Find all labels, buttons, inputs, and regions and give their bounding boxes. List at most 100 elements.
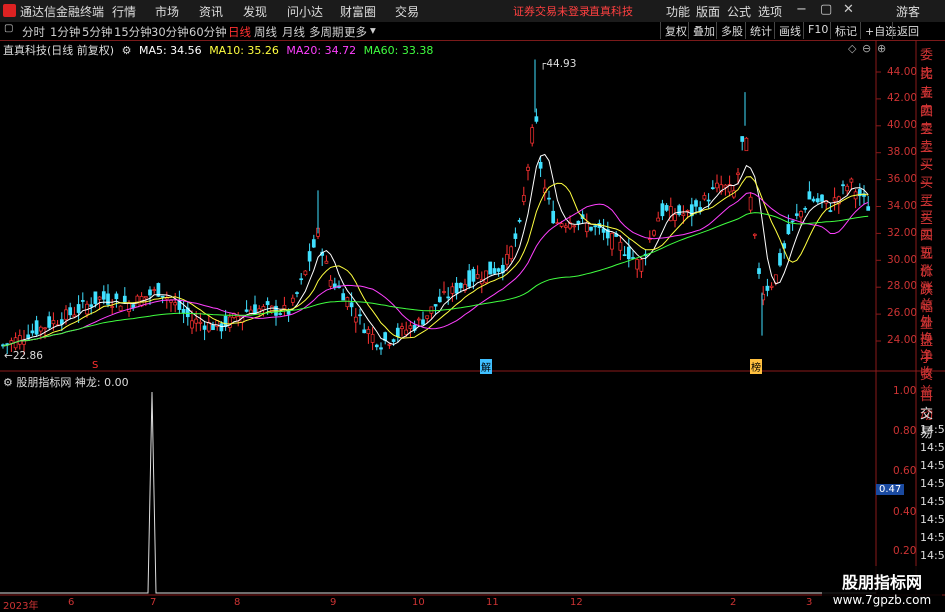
- price-low-label: ←22.86: [4, 350, 43, 362]
- candle-body: [807, 191, 812, 200]
- tool-tongji[interactable]: 统计: [745, 22, 776, 39]
- candle-body: [118, 305, 123, 311]
- candle-body: [408, 325, 413, 329]
- tick-time: 14:56: [920, 513, 945, 526]
- candle-body: [324, 260, 329, 264]
- menu-bar: 通达信金融终端 行情 市场 资讯 发现 问小达 财富圈 交易 证券交易未登录 直…: [0, 0, 945, 23]
- candle-body: [593, 225, 598, 228]
- marker-s[interactable]: S: [92, 360, 98, 371]
- candle-body: [723, 184, 728, 188]
- price-tick: 34.00: [887, 200, 918, 212]
- candle-body: [311, 239, 316, 248]
- candle-body: [362, 329, 367, 334]
- indicator-line: [0, 391, 876, 594]
- tool-f10[interactable]: F10: [803, 22, 832, 39]
- candle-body: [576, 220, 581, 225]
- candle-body: [681, 213, 686, 216]
- price-tick: 44.00: [887, 66, 918, 78]
- candle-body: [387, 343, 392, 346]
- menu-gongshi[interactable]: 公式: [727, 3, 751, 20]
- period-15min[interactable]: 15分钟: [114, 24, 152, 40]
- tick-time: 14:56: [920, 423, 945, 436]
- indicator-settings-icon[interactable]: ⚙: [3, 376, 13, 389]
- candle-body: [38, 326, 43, 332]
- menu-banmian[interactable]: 版面: [696, 3, 720, 20]
- candle-body: [127, 302, 131, 312]
- period-5min[interactable]: 5分钟: [82, 24, 112, 40]
- candle-body: [656, 217, 661, 222]
- menu-hangqing[interactable]: 行情: [112, 3, 136, 20]
- menu-xuanxiang[interactable]: 选项: [758, 3, 782, 20]
- candle-body: [47, 316, 52, 328]
- menu-faxian[interactable]: 发现: [243, 3, 267, 20]
- minimize-icon[interactable]: −: [796, 2, 807, 17]
- candle-body: [744, 137, 749, 152]
- candle-body: [652, 230, 656, 236]
- ma5-line: [2, 153, 869, 347]
- period-multi[interactable]: 多周期: [309, 24, 344, 40]
- candle-body: [765, 285, 770, 291]
- menu-wenxiaoda[interactable]: 问小达: [287, 3, 323, 20]
- period-weekly[interactable]: 周线: [254, 24, 277, 40]
- tool-biaoji[interactable]: 标记: [830, 22, 861, 39]
- stock-name-header: 直真科技: [589, 5, 633, 18]
- marker-jie[interactable]: 解: [480, 359, 492, 374]
- candle-body: [450, 286, 455, 294]
- date-tick: 12: [570, 597, 583, 608]
- candle-body: [223, 316, 228, 328]
- price-tick: 36.00: [887, 173, 918, 185]
- tool-diejia[interactable]: 叠加: [688, 22, 719, 39]
- candle-body: [467, 270, 472, 287]
- trade-login-status[interactable]: 证券交易未登录: [513, 3, 590, 19]
- candle-body: [370, 334, 375, 343]
- candle-body: [584, 222, 589, 233]
- candle-body: [488, 261, 493, 275]
- candle-body: [685, 210, 690, 212]
- tick-time: 14:56: [920, 549, 945, 562]
- candle-body: [639, 259, 644, 272]
- tool-fanhui[interactable]: 返回: [892, 22, 923, 39]
- candle-body: [572, 225, 577, 228]
- period-30min[interactable]: 30分钟: [151, 24, 189, 40]
- menu-gongneng[interactable]: 功能: [666, 3, 690, 20]
- candle-body: [433, 304, 438, 307]
- period-60min[interactable]: 60分钟: [189, 24, 227, 40]
- guest-label[interactable]: 游客: [896, 3, 920, 20]
- candle-body: [110, 306, 115, 308]
- candle-body: [471, 269, 476, 282]
- candle-body: [51, 320, 56, 325]
- candle-body: [143, 296, 148, 299]
- candle-body: [454, 282, 459, 294]
- period-fenshi[interactable]: 分时: [22, 24, 45, 40]
- candle-body: [202, 325, 207, 330]
- period-daily[interactable]: 日线: [228, 24, 251, 40]
- price-tick: 38.00: [887, 146, 918, 158]
- price-tick: 28.00: [887, 280, 918, 292]
- tool-fuquan[interactable]: 复权: [660, 22, 691, 39]
- menu-jiaoyi[interactable]: 交易: [395, 3, 419, 20]
- chevron-down-icon[interactable]: ▾: [370, 23, 376, 37]
- menu-zixun[interactable]: 资讯: [199, 3, 223, 20]
- candle-body: [551, 210, 556, 224]
- menu-shichang[interactable]: 市场: [155, 3, 179, 20]
- menu-caifuquan[interactable]: 财富圈: [340, 3, 376, 20]
- candle-body: [68, 307, 73, 316]
- close-icon[interactable]: ✕: [843, 2, 854, 17]
- candle-body: [160, 295, 165, 298]
- panel-toggle-icon[interactable]: ▢: [4, 23, 13, 34]
- kline-chart[interactable]: [0, 40, 945, 609]
- period-1min[interactable]: 1分钟: [50, 24, 80, 40]
- candle-body: [811, 198, 816, 202]
- candle-body: [496, 268, 501, 272]
- restore-icon[interactable]: ▢: [820, 2, 832, 17]
- marker-bang[interactable]: 榜: [750, 359, 762, 374]
- candle-body: [93, 291, 98, 304]
- period-monthly[interactable]: 月线: [282, 24, 305, 40]
- indicator-name[interactable]: 股朋指标网: [16, 376, 71, 389]
- candle-body: [794, 213, 799, 216]
- period-more[interactable]: 更多: [344, 24, 367, 40]
- tool-huaxian[interactable]: 画线: [774, 22, 805, 39]
- candle-body: [72, 314, 77, 318]
- tool-duogu[interactable]: 多股: [716, 22, 747, 39]
- candle-body: [341, 293, 346, 301]
